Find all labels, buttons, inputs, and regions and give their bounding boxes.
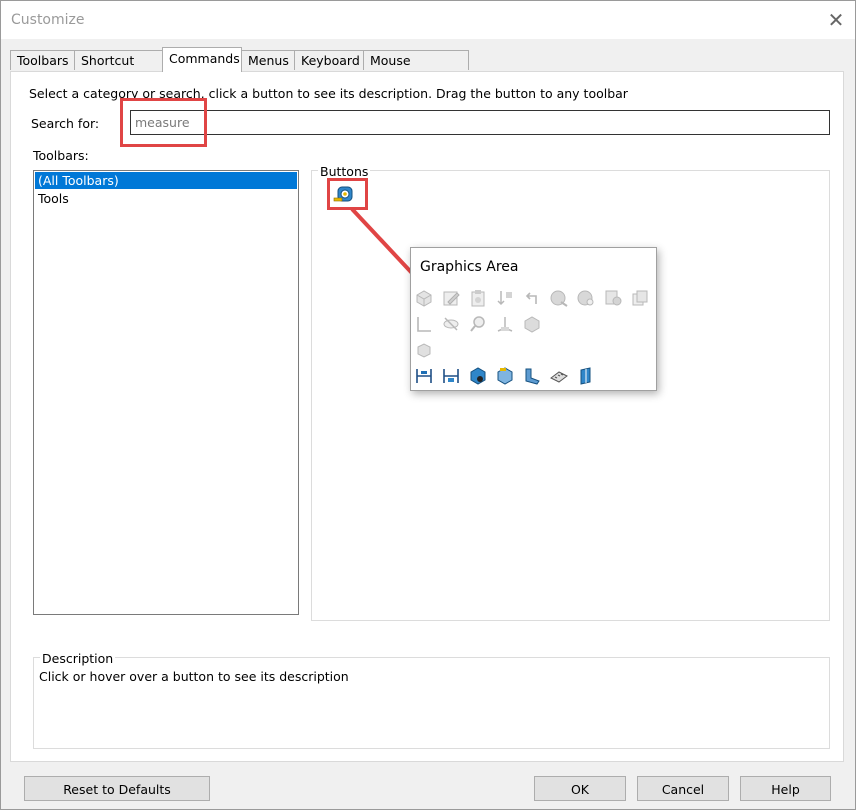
- globe-settings-icon: [576, 288, 596, 308]
- help-button[interactable]: Help: [740, 776, 831, 801]
- copy-view-icon: [630, 288, 650, 308]
- box-view-icon: [414, 288, 434, 308]
- graphics-area-popup: Graphics Area: [410, 247, 657, 391]
- cylinder-icon: [414, 340, 434, 360]
- ruler-icon[interactable]: [549, 366, 569, 386]
- clipboard-icon: [468, 288, 488, 308]
- reset-to-defaults-button[interactable]: Reset to Defaults: [24, 776, 210, 801]
- section-properties-icon[interactable]: [495, 366, 515, 386]
- part-appearance-icon: [603, 288, 623, 308]
- description-text: Click or hover over a button to see its …: [39, 669, 349, 684]
- mass-properties-icon[interactable]: [468, 366, 488, 386]
- undo-arrow-icon: [522, 288, 542, 308]
- description-label: Description: [40, 651, 116, 666]
- triad-axes-icon: [495, 314, 515, 334]
- zoom-icon: [468, 314, 488, 334]
- cancel-button[interactable]: Cancel: [637, 776, 729, 801]
- corner-bracket-icon: [414, 314, 434, 334]
- ok-button[interactable]: OK: [534, 776, 626, 801]
- globe-icon: [549, 288, 569, 308]
- cube-icon: [522, 314, 542, 334]
- measure-linear-icon[interactable]: [414, 366, 434, 386]
- hide-eye-icon: [441, 314, 461, 334]
- plane-measure-icon[interactable]: [576, 366, 596, 386]
- check-geometry-icon[interactable]: [522, 366, 542, 386]
- measure-dimension-icon[interactable]: [441, 366, 461, 386]
- tab-commands[interactable]: Commands: [162, 47, 242, 72]
- sort-arrows-icon: [495, 288, 515, 308]
- popup-title: Graphics Area: [420, 259, 519, 275]
- edit-sketch-icon: [441, 288, 461, 308]
